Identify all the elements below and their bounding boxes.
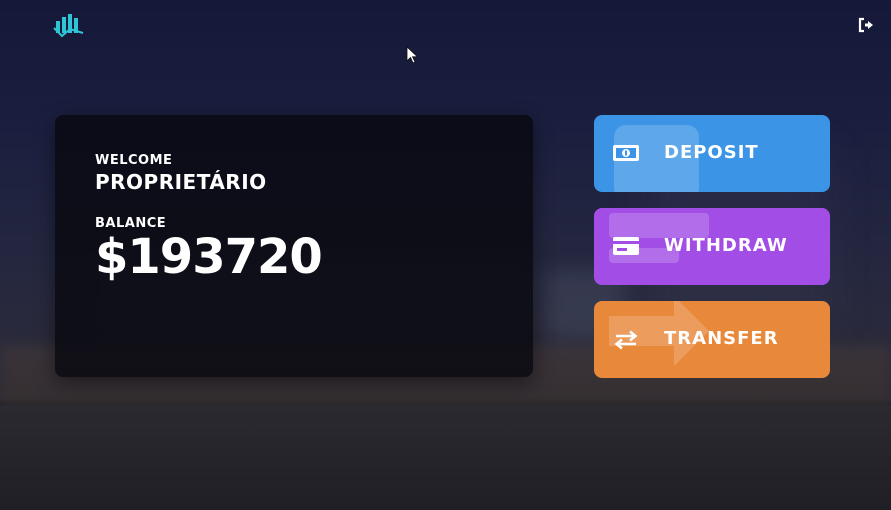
balance-value: $193720 — [95, 229, 323, 285]
background-floor — [0, 405, 891, 510]
deposit-label: DEPOSIT — [664, 142, 759, 163]
withdraw-label: WITHDRAW — [664, 235, 788, 256]
exchange-arrows-icon — [612, 327, 640, 351]
sign-out-icon[interactable] — [857, 16, 875, 34]
welcome-label: WELCOME — [95, 153, 173, 168]
mouse-pointer-icon — [406, 46, 420, 66]
bar-chart-logo-icon[interactable] — [52, 12, 86, 40]
transfer-button[interactable]: TRANSFER — [594, 301, 830, 378]
withdraw-button[interactable]: WITHDRAW — [594, 208, 830, 285]
user-name: PROPRIETÁRIO — [95, 170, 267, 194]
transfer-label: TRANSFER — [664, 328, 779, 349]
money-bill-icon — [612, 141, 640, 165]
deposit-button[interactable]: DEPOSIT — [594, 115, 830, 192]
account-summary-card: WELCOME PROPRIETÁRIO BALANCE $193720 — [55, 115, 533, 377]
credit-card-icon — [612, 234, 640, 258]
